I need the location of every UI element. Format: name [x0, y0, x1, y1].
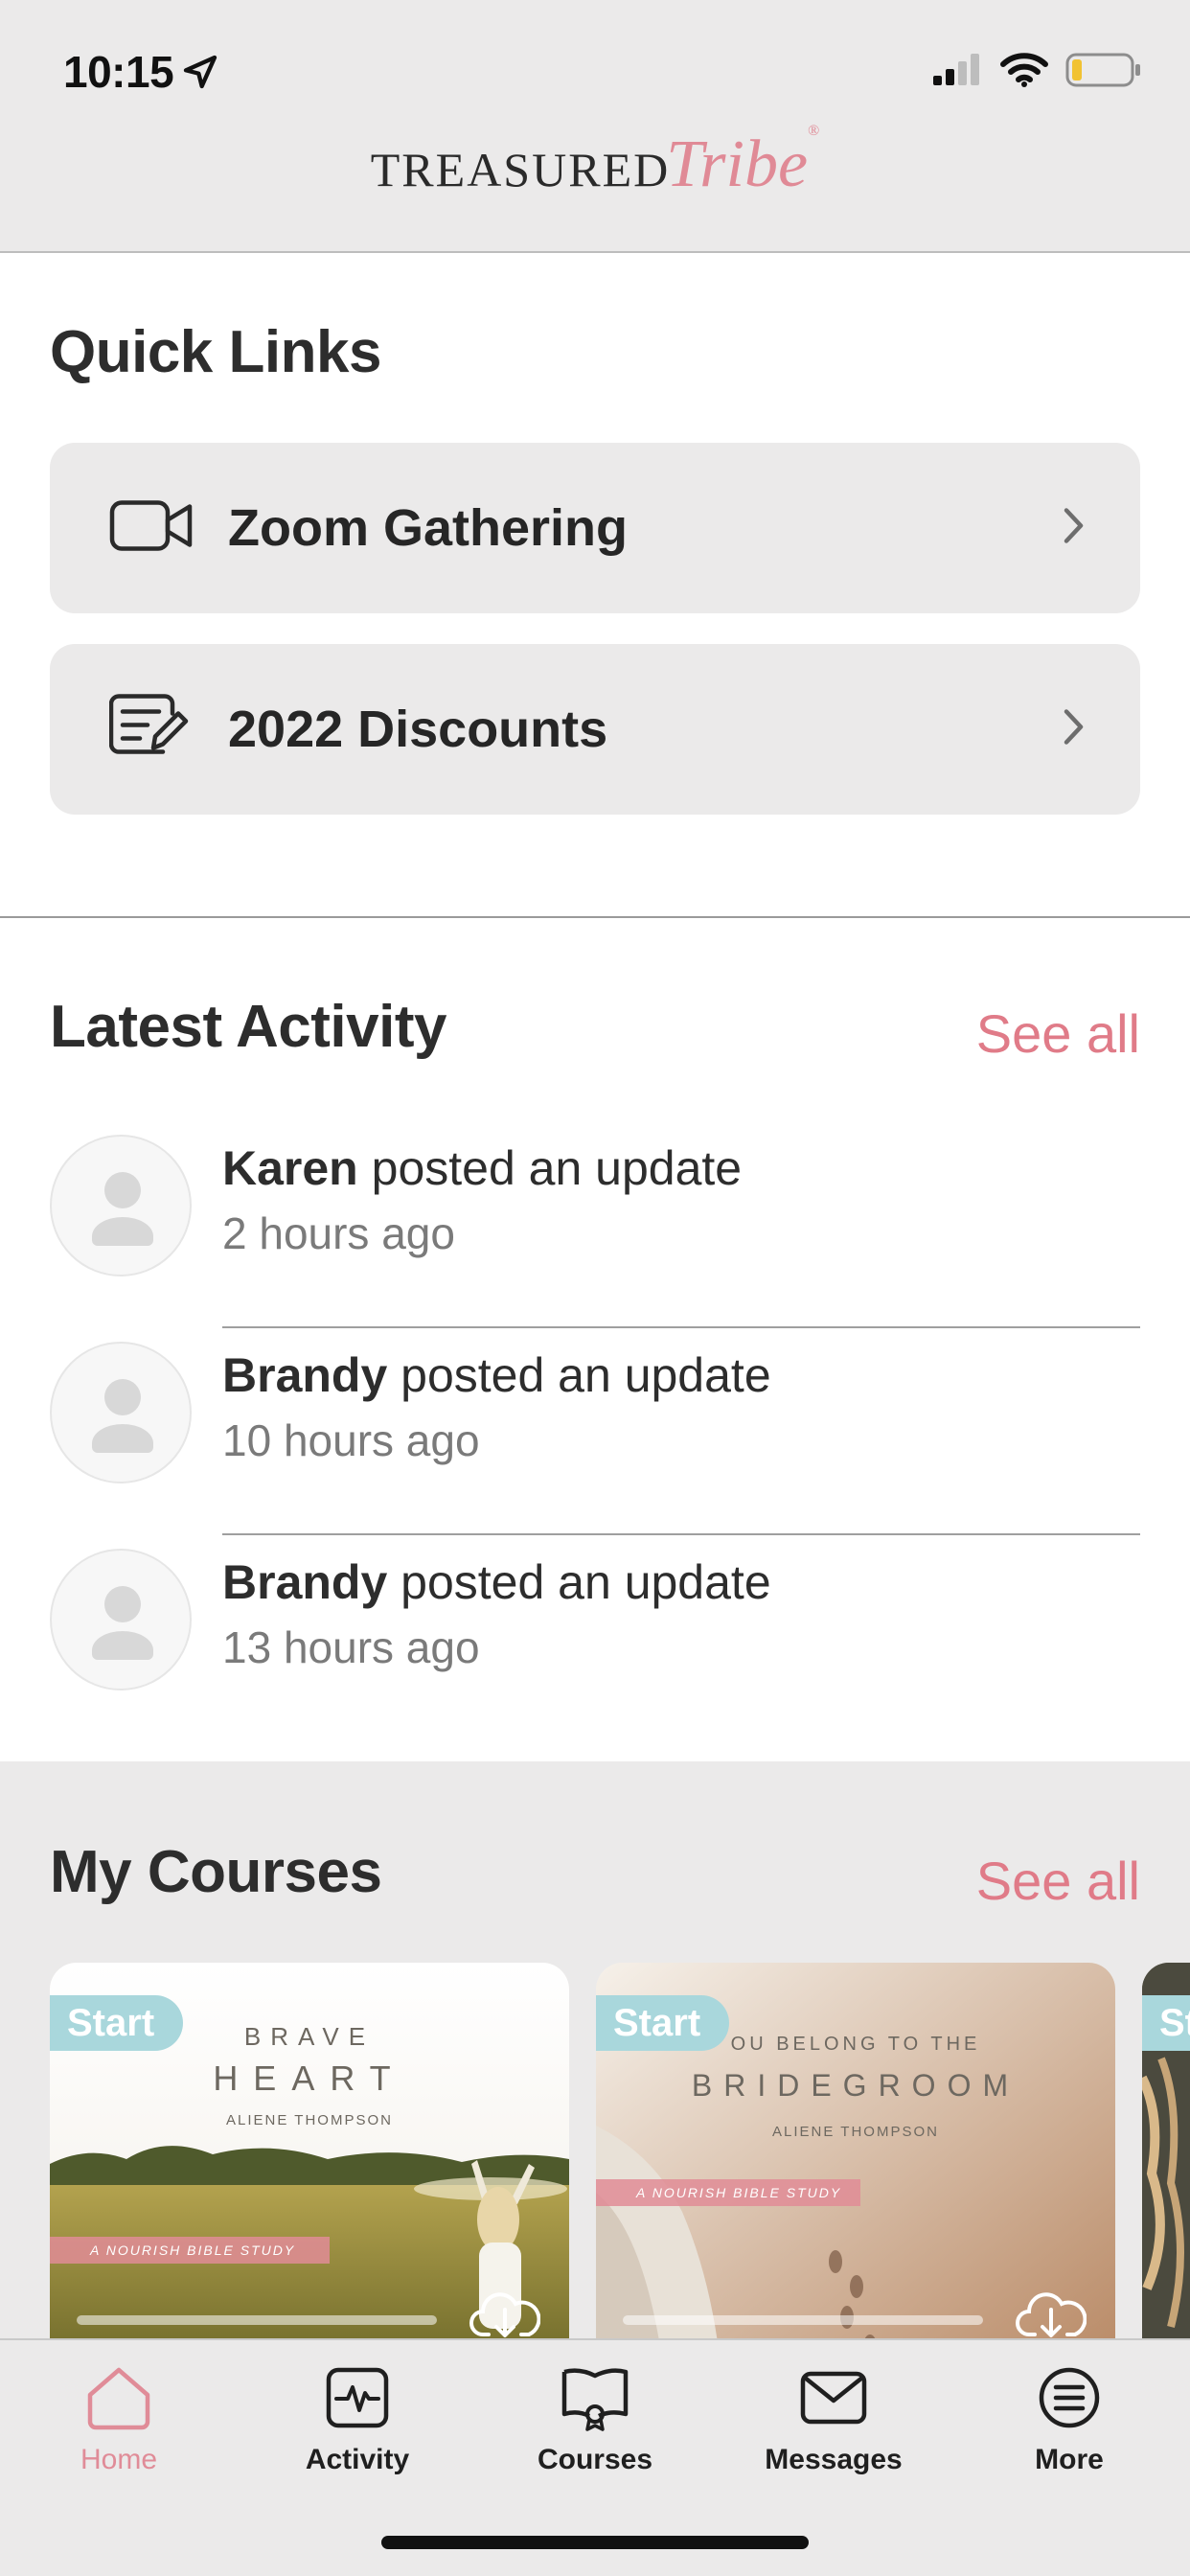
envelope-icon — [738, 2358, 929, 2438]
course-card-bridegroom[interactable]: Start OU BELONG TO THE BRIDEGROOM ALIENE… — [596, 1963, 1115, 2338]
tab-label: Courses — [537, 2444, 653, 2475]
avatar[interactable] — [50, 1135, 192, 1276]
note-edit-icon — [108, 693, 190, 767]
quick-link-2022-discounts[interactable]: 2022 Discounts — [50, 644, 1140, 815]
activity-item[interactable]: Karen posted an update 2 hours ago — [0, 1121, 1190, 1328]
course-title-line2: HEART — [213, 2058, 406, 2098]
activity-user-name[interactable]: Brandy — [222, 1348, 387, 1402]
location-arrow-icon — [183, 55, 217, 89]
activity-item[interactable]: Brandy posted an update 13 hours ago — [0, 1535, 1190, 1742]
tab-label: Home — [80, 2444, 158, 2475]
activity-text: Brandy posted an update — [222, 1555, 771, 1609]
course-series-band: A NOURISH BIBLE STUDY — [50, 2237, 330, 2264]
tab-label: More — [1035, 2444, 1104, 2475]
tab-activity[interactable]: Activity — [262, 2358, 453, 2476]
default-avatar-icon — [92, 1172, 153, 1246]
app-logo: TREASUREDTribe® — [370, 123, 820, 201]
battery-icon — [1065, 53, 1140, 87]
home-icon — [23, 2358, 215, 2438]
courses-icon — [499, 2358, 691, 2438]
chevron-right-icon — [1062, 707, 1087, 752]
course-progress-bar — [623, 2315, 983, 2325]
course-card-partial[interactable]: St — [1142, 1963, 1190, 2338]
app-header: 10:15 TREASUREDTribe® — [0, 0, 1190, 253]
course-card-brave-heart[interactable]: Start BRAVE HEART ALIENE THOMPSON A NOUR… — [50, 1963, 569, 2338]
status-time: 10:15 — [63, 46, 219, 98]
chevron-right-icon — [1062, 506, 1087, 551]
course-series-band: A NOURISH BIBLE STUDY — [596, 2179, 860, 2206]
my-courses-title: My Courses — [50, 1839, 382, 1905]
course-author: ALIENE THOMPSON — [772, 2124, 939, 2140]
tab-messages[interactable]: Messages — [738, 2358, 929, 2476]
activity-time: 2 hours ago — [222, 1208, 455, 1258]
avatar[interactable] — [50, 1549, 192, 1690]
my-courses-section: My Courses See all Start BRAVE HEART ALI… — [0, 1761, 1190, 2338]
quick-link-label: 2022 Discounts — [228, 701, 608, 758]
tab-more[interactable]: More — [973, 2358, 1165, 2476]
activity-time: 13 hours ago — [222, 1622, 480, 1672]
cellular-signal-icon — [933, 54, 979, 85]
latest-activity-section: Latest Activity See all Karen posted an … — [0, 920, 1190, 1761]
course-progress-bar — [77, 2315, 437, 2325]
default-avatar-icon — [92, 1586, 153, 1660]
default-avatar-icon — [92, 1379, 153, 1453]
wifi-icon — [1000, 53, 1048, 87]
quick-links-title: Quick Links — [50, 319, 381, 385]
cloud-download-icon[interactable] — [1016, 2287, 1087, 2338]
activity-text: Brandy posted an update — [222, 1348, 771, 1402]
quick-link-zoom-gathering[interactable]: Zoom Gathering — [50, 443, 1140, 613]
course-title-line1: OU BELONG TO THE — [730, 2034, 981, 2055]
activity-icon — [262, 2358, 453, 2438]
activity-item[interactable]: Brandy posted an update 10 hours ago — [0, 1328, 1190, 1535]
avatar[interactable] — [50, 1342, 192, 1484]
course-title-line2: BRIDEGROOM — [691, 2068, 1020, 2103]
status-indicators — [931, 52, 1142, 88]
tab-label: Activity — [305, 2444, 410, 2475]
menu-list-icon — [973, 2358, 1165, 2438]
cloud-download-icon[interactable] — [469, 2287, 541, 2338]
activity-user-name[interactable]: Brandy — [222, 1555, 387, 1609]
tab-courses[interactable]: Courses — [499, 2358, 691, 2476]
courses-see-all-link[interactable]: See all — [976, 1850, 1140, 1912]
activity-time: 10 hours ago — [222, 1415, 480, 1465]
activity-see-all-link[interactable]: See all — [976, 1002, 1140, 1065]
video-camera-icon — [109, 497, 194, 560]
tab-label: Messages — [765, 2444, 903, 2475]
latest-activity-title: Latest Activity — [50, 994, 447, 1060]
home-indicator[interactable] — [381, 2536, 809, 2549]
tab-home[interactable]: Home — [23, 2358, 215, 2476]
course-author: ALIENE THOMPSON — [226, 2112, 393, 2128]
course-title-line1: BRAVE — [243, 2022, 376, 2051]
activity-user-name[interactable]: Karen — [222, 1141, 358, 1195]
activity-text: Karen posted an update — [222, 1141, 743, 1195]
quick-link-label: Zoom Gathering — [228, 499, 628, 557]
course-start-badge: St — [1142, 1995, 1190, 2051]
quick-links-section: Quick Links Zoom Gathering 2022 Discount… — [0, 255, 1190, 918]
